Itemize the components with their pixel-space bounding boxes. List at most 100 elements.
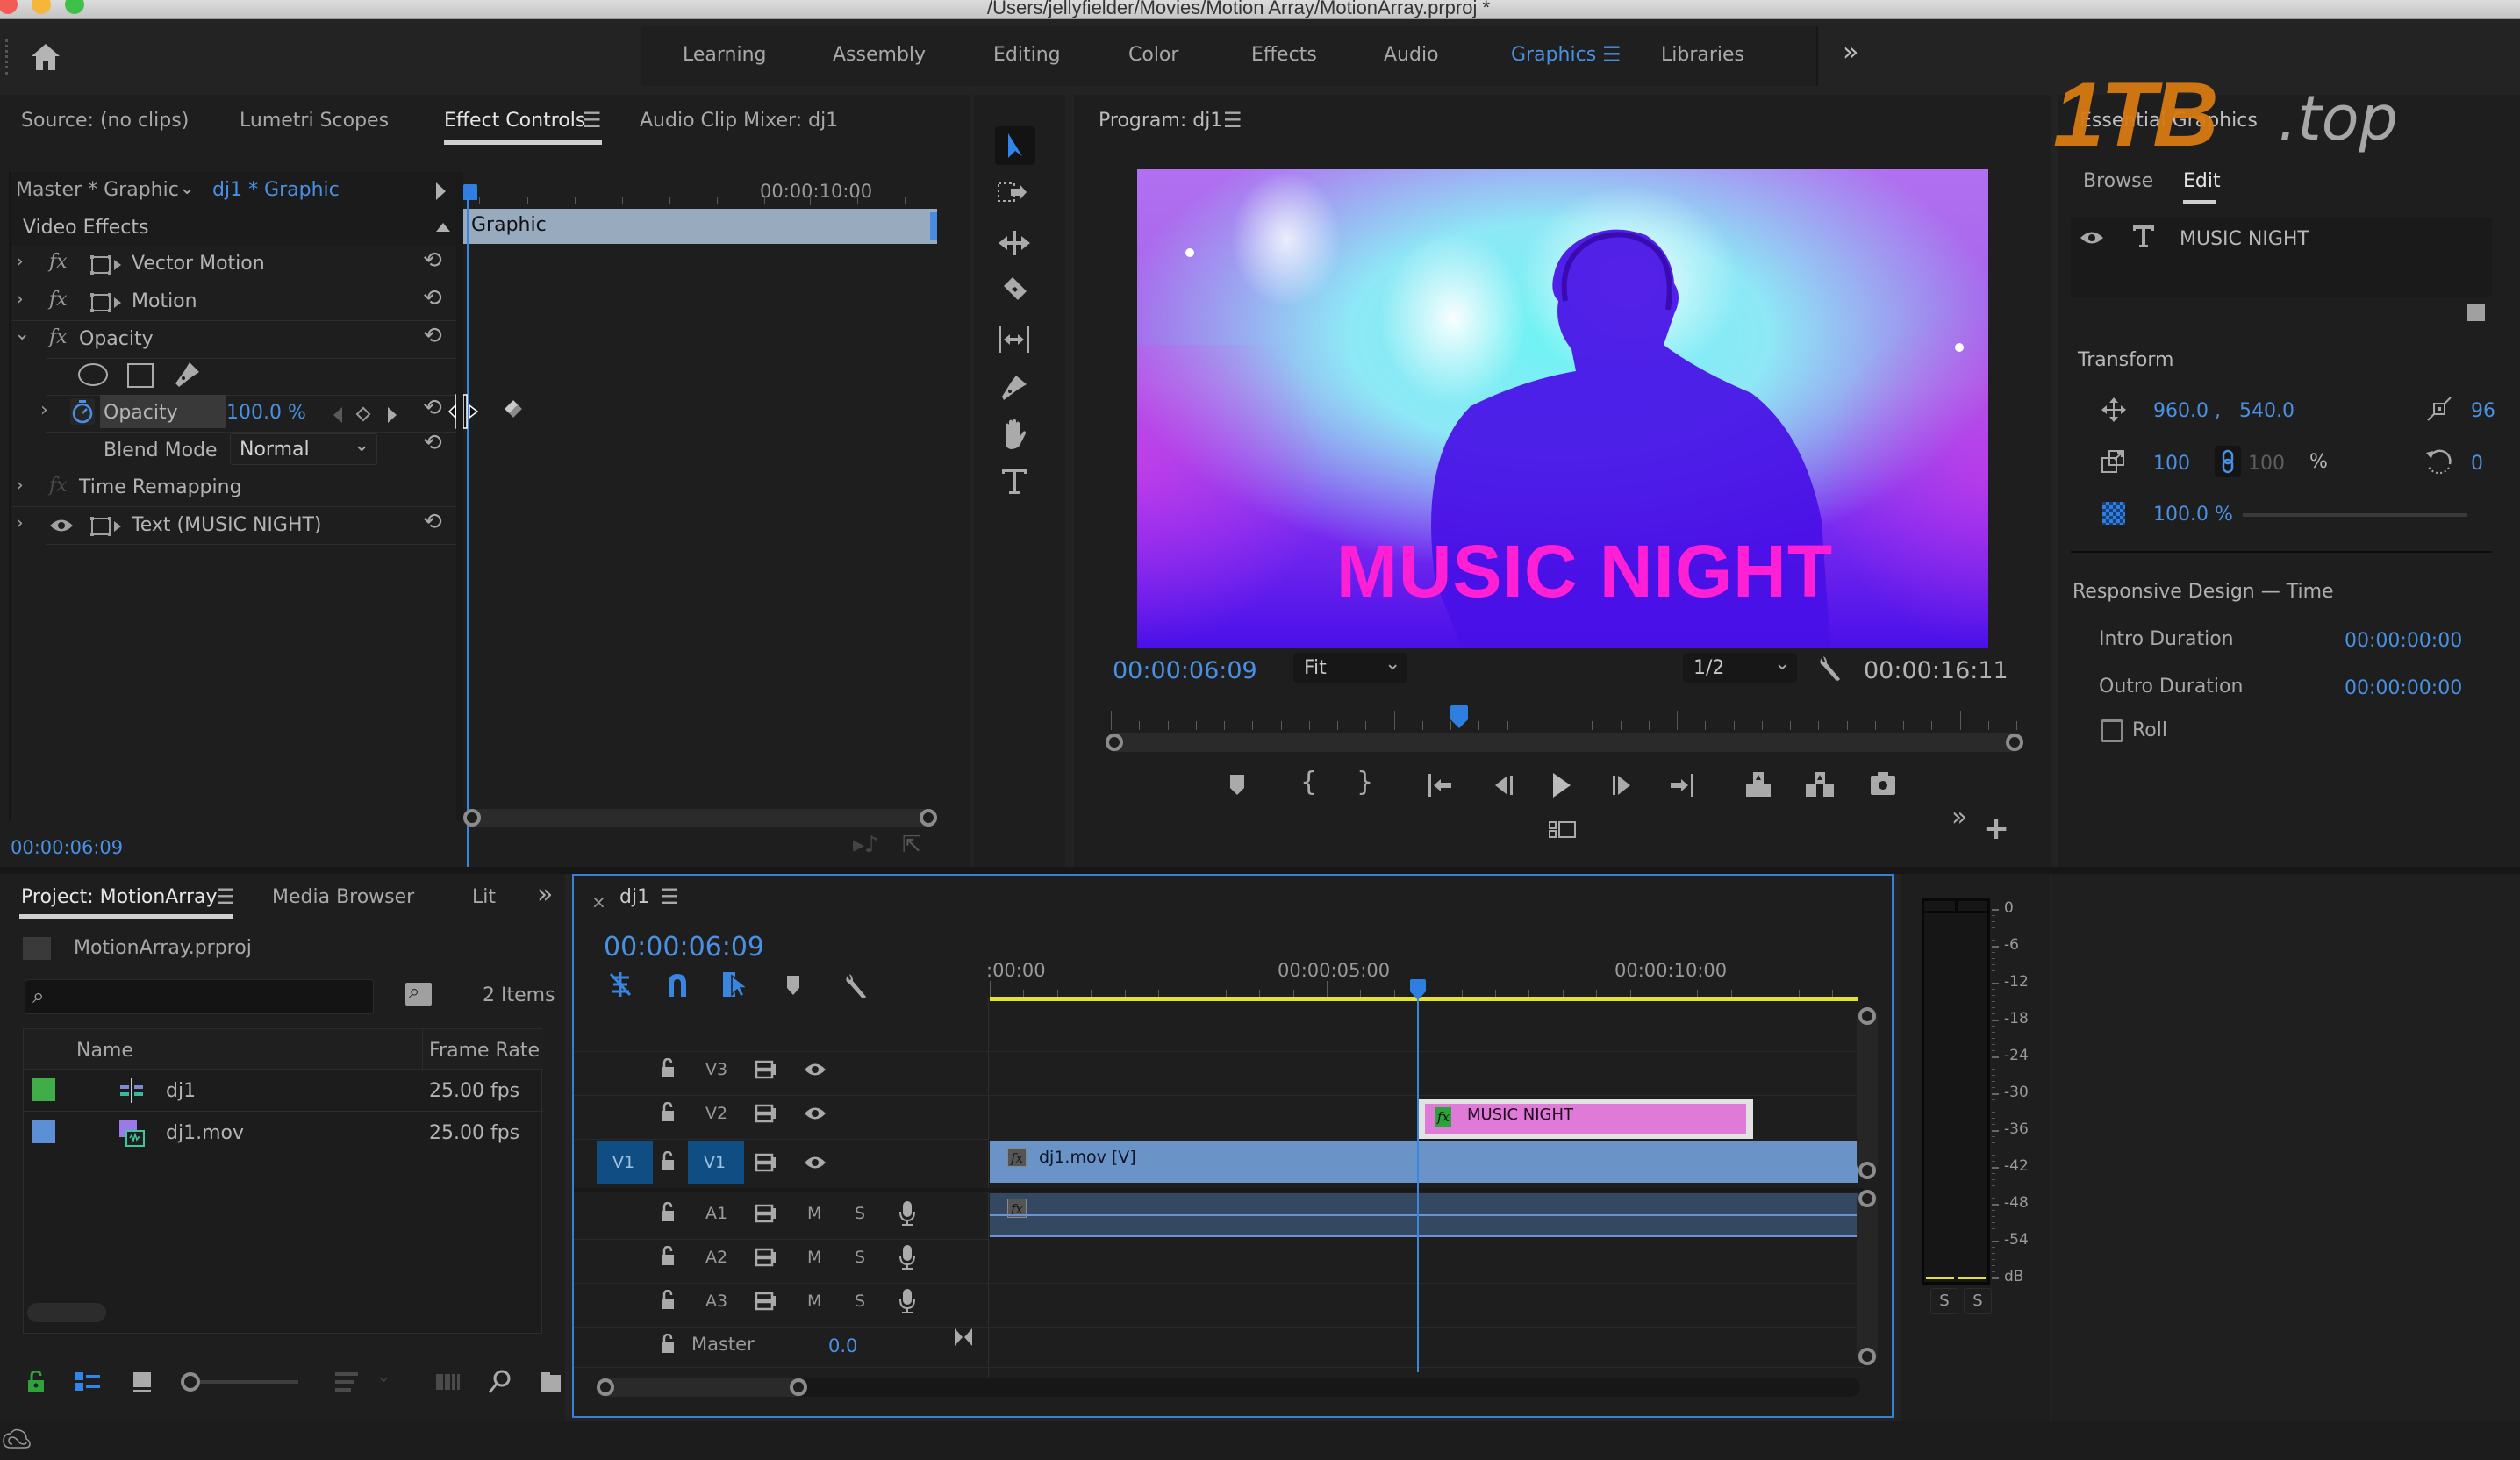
type-tool[interactable] [999,465,1030,497]
master-clip-label[interactable]: Master * Graphic [16,179,179,201]
tab-source[interactable]: Source: (no clips) [21,110,189,132]
track-lock-toggle[interactable] [660,1202,676,1223]
reset-icon[interactable]: ⟲ [423,395,442,421]
solo-button[interactable]: S [855,1248,865,1267]
rectangle-mask-button[interactable] [126,362,154,389]
step-back-button[interactable] [1490,774,1516,797]
voice-over-record-button[interactable] [898,1200,916,1227]
workspace-graphics[interactable]: Graphics [1511,44,1596,66]
program-playhead[interactable] [1450,705,1469,728]
comparison-view-button[interactable] [1548,819,1581,841]
tab-effect-controls[interactable]: Effect Controls [444,110,585,132]
scroll-handle-bottom[interactable] [1858,1162,1876,1179]
expand-chevron-icon[interactable]: › [16,289,24,311]
intro-duration-value[interactable]: 00:00:00:00 [2345,630,2462,652]
timeline-clip-dj1-audio[interactable]: fx [990,1193,1858,1237]
timeline-settings-button[interactable] [842,972,869,1000]
scroll-handle-right[interactable] [790,1378,807,1396]
effect-row-vector-motion[interactable]: › fx Vector Motion ⟲ [11,246,456,283]
add-marker-button[interactable] [1227,772,1248,797]
layer-name[interactable]: MUSIC NIGHT [2180,228,2309,250]
audio-vertical-scrollbar[interactable] [1857,1190,1878,1365]
layer-visibility-toggle[interactable] [2080,230,2104,246]
fx-icon[interactable]: fx [49,326,68,348]
opacity-keyframe[interactable] [505,400,522,418]
track-lock-toggle[interactable] [660,1290,676,1311]
list-item[interactable]: dj1 25.00 fps [24,1070,543,1112]
project-writable-toggle[interactable] [26,1371,46,1393]
effect-row-opacity[interactable]: ⌄ fx Opacity ⟲ [11,321,456,358]
rotation-value[interactable]: 0 [2471,453,2483,475]
workspace-audio[interactable]: Audio [1384,44,1439,66]
program-video-frame[interactable]: MUSIC NIGHT [1137,169,1988,648]
workspace-menu-icon[interactable]: ☰ [1602,42,1622,67]
collapse-up-icon[interactable] [436,223,450,232]
automate-to-sequence-button[interactable] [435,1372,462,1392]
zoom-window-button[interactable] [65,0,84,14]
sync-lock-toggle[interactable] [755,1104,777,1123]
list-item[interactable]: dj1.mov 25.00 fps [24,1112,543,1154]
overflow-button[interactable]: » [1951,802,1967,833]
track-lock-toggle[interactable] [660,1151,676,1172]
snap-toggle[interactable] [665,972,690,998]
video-vertical-scrollbar[interactable] [1857,1007,1878,1179]
opacity-slider-track[interactable] [2243,513,2467,517]
music-night-title[interactable]: MUSIC NIGHT [1137,529,1988,614]
razor-tool[interactable] [997,276,1032,305]
reset-icon[interactable]: ⟲ [423,247,442,274]
audio-volume-line[interactable] [990,1214,1858,1216]
export-icon[interactable]: ⇱ [902,832,921,858]
list-view-button[interactable] [74,1371,102,1393]
anchor-point-value[interactable]: 96 [2471,400,2495,422]
reset-icon[interactable]: ⟲ [423,285,442,311]
tab-edit[interactable]: Edit [2183,170,2221,192]
workspace-learning[interactable]: Learning [683,44,767,66]
solo-right-button[interactable]: S [1964,1288,1992,1314]
extract-button[interactable] [1804,770,1836,798]
expand-chevron-icon[interactable]: › [16,251,24,273]
track-select-tool[interactable] [997,179,1032,209]
sort-icons-button[interactable] [333,1371,360,1393]
minimize-window-button[interactable] [32,0,51,14]
settings-button[interactable] [1816,655,1843,683]
play-audio-icon[interactable]: ▸♪ [853,832,879,858]
icon-view-button[interactable] [132,1371,153,1393]
lift-button[interactable] [1743,770,1774,798]
scroll-handle-left[interactable] [1106,734,1123,751]
position-y-value[interactable]: 540.0 [2239,400,2294,422]
timeline-clip-music-night[interactable]: fx MUSIC NIGHT [1418,1099,1753,1139]
fx-icon[interactable]: fx [49,251,68,273]
workspace-effects[interactable]: Effects [1251,44,1317,66]
sync-lock-toggle[interactable] [755,1153,777,1172]
scroll-handle-left[interactable] [597,1378,614,1396]
new-bin-button[interactable] [541,1371,562,1393]
label-color-swatch[interactable] [32,1078,55,1101]
scroll-handle-right[interactable] [920,809,937,827]
opacity-param-value[interactable]: 100.0 % [226,402,306,424]
scale-value[interactable]: 100 [2153,453,2190,475]
slider-knob[interactable] [181,1372,200,1392]
expand-chevron-icon[interactable]: › [40,399,48,421]
sequence-tab[interactable]: dj1 [619,886,649,908]
program-current-time[interactable]: 00:00:06:09 [1113,657,1257,684]
resolution-dropdown[interactable]: 1/2 ⌄ [1683,653,1797,683]
close-window-button[interactable] [0,0,18,14]
scroll-handle-bottom[interactable] [1858,1348,1876,1365]
insert-overwrite-sequences-toggle[interactable] [607,970,634,998]
chevron-down-icon[interactable]: ⌄ [376,1365,391,1387]
timeline-current-time[interactable]: 00:00:06:09 [604,932,764,963]
effect-row-time-remapping[interactable]: › fx Time Remapping [11,469,456,506]
track-lock-toggle[interactable] [660,1334,676,1355]
slip-tool[interactable] [997,325,1032,354]
workspace-editing[interactable]: Editing [993,44,1061,66]
workspace-overflow-button[interactable]: » [1843,37,1858,68]
tab-libraries[interactable]: Lit [472,886,497,908]
mark-out-button[interactable]: } [1357,767,1373,798]
search-field[interactable] [64,985,362,1008]
timeline-horizontal-scrollbar[interactable] [597,1378,1860,1397]
expand-chevron-icon[interactable]: › [16,512,24,534]
master-volume-value[interactable]: 0.0 [828,1335,857,1356]
track-target-v1[interactable]: V1 [688,1141,744,1184]
opacity-value[interactable]: 100.0 % [2153,504,2233,526]
tab-project[interactable]: Project: MotionArray [21,886,218,908]
